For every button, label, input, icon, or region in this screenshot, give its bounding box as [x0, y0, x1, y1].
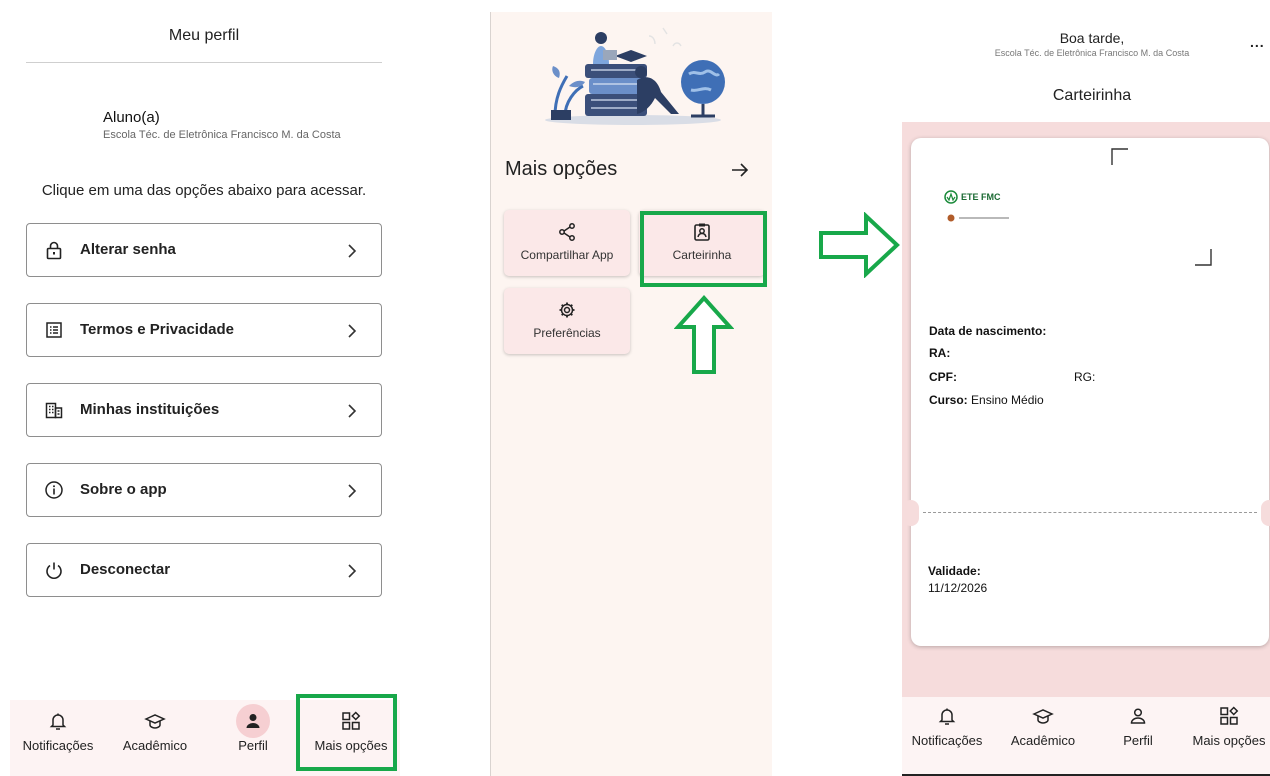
bell-icon — [49, 713, 67, 730]
profile-screen: Meu perfil Aluno(a) Escola Téc. de Eletr… — [0, 0, 400, 776]
arrow-right-icon[interactable] — [731, 162, 749, 178]
nav-academico[interactable]: Acadêmico — [1002, 705, 1084, 748]
menu-item-sobre-app[interactable]: Sobre o app — [26, 463, 382, 517]
birth-date-field: Data de nascimento: — [929, 324, 1047, 338]
nav-label: Acadêmico — [1010, 733, 1076, 748]
menu-item-alterar-senha[interactable]: Alterar senha — [26, 223, 382, 277]
chevron-right-icon — [348, 324, 357, 338]
header-divider — [26, 62, 382, 63]
chevron-right-icon — [348, 484, 357, 498]
info-icon — [45, 481, 63, 499]
photo-frame-corner-bottom — [1195, 249, 1212, 266]
card-divider — [923, 512, 1257, 513]
graduation-cap-icon — [1032, 709, 1054, 724]
chevron-right-icon — [348, 564, 357, 578]
nav-perfil[interactable]: Perfil — [218, 710, 288, 753]
tile-label: Compartilhar App — [520, 248, 614, 262]
tile-compartilhar-app[interactable]: Compartilhar App — [504, 210, 630, 276]
more-options-title: Mais opções — [505, 158, 618, 180]
course-field: Curso: Ensino Médio — [929, 393, 1044, 407]
more-menu-button[interactable]: ... — [1250, 34, 1265, 50]
menu-item-label: Termos e Privacidade — [80, 321, 234, 338]
apps-grid-icon — [1220, 706, 1239, 725]
nav-mais-opcoes[interactable]: Mais opções — [1188, 705, 1270, 748]
greeting: Boa tarde, — [1059, 30, 1125, 46]
user-name: Aluno(a) — [103, 109, 160, 126]
menu-item-label: Sobre o app — [80, 481, 167, 498]
nav-notificacoes[interactable]: Notificações — [18, 710, 98, 753]
school-name: Escola Téc. de Eletrônica Francisco M. d… — [994, 48, 1190, 58]
right-arrow-annotation — [819, 212, 900, 278]
user-school: Escola Téc. de Eletrônica Francisco M. d… — [103, 129, 341, 141]
page-title: Carteirinha — [1052, 87, 1132, 104]
student-card-screen: Boa tarde, Escola Téc. de Eletrônica Fra… — [902, 0, 1270, 776]
chevron-right-icon — [348, 404, 357, 418]
highlight-box-mais-opcoes — [296, 694, 397, 771]
nav-label: Notificações — [22, 738, 94, 753]
nav-label: Notificações — [911, 733, 983, 748]
card-notch-left — [903, 500, 919, 526]
school-logo-text: ETE FMC — [961, 192, 1001, 202]
tile-preferencias[interactable]: Preferências — [504, 288, 630, 354]
student-id-card: ETE FMC Data de nascimento: RA: CPF: RG:… — [903, 138, 1270, 646]
person-icon — [246, 714, 260, 728]
page-title: Meu perfil — [168, 27, 240, 44]
chevron-right-icon — [348, 244, 357, 258]
ra-field: RA: — [929, 346, 951, 360]
menu-item-desconectar[interactable]: Desconectar — [26, 543, 382, 597]
school-logo-icon — [944, 190, 958, 204]
more-options-screen: Mais opções Compartilhar App Carteirinha… — [490, 12, 772, 776]
bottom-navigation: Notificações Acadêmico Perfil Mais opçõe… — [902, 697, 1270, 776]
validity-label: Validade: — [928, 564, 981, 578]
nav-academico[interactable]: Acadêmico — [114, 710, 196, 753]
person-outline-icon — [1130, 708, 1146, 724]
menu-item-label: Minhas instituições — [80, 401, 220, 418]
course-value: Ensino Médio — [971, 393, 1044, 407]
highlight-box-carteirinha — [640, 211, 767, 287]
menu-item-label: Desconectar — [80, 561, 171, 578]
menu-item-termos-privacidade[interactable]: Termos e Privacidade — [26, 303, 382, 357]
nav-label: Perfil — [1123, 733, 1153, 748]
rg-field: RG: — [1074, 370, 1096, 384]
studying-illustration — [545, 27, 725, 125]
cpf-field: CPF: — [929, 370, 957, 384]
document-list-icon — [46, 322, 62, 338]
nav-label: Acadêmico — [122, 738, 188, 753]
menu-item-minhas-instituicoes[interactable]: Minhas instituições — [26, 383, 382, 437]
nav-label: Mais opções — [1192, 733, 1266, 748]
school-seal-logo — [947, 214, 1009, 222]
nav-label: Perfil — [238, 738, 268, 753]
nav-notificacoes[interactable]: Notificações — [908, 705, 986, 748]
photo-frame-corner-top — [1111, 148, 1128, 165]
menu-item-label: Alterar senha — [80, 241, 176, 258]
lock-icon — [46, 241, 62, 260]
share-icon — [559, 223, 575, 241]
card-notch-right — [1261, 500, 1270, 526]
graduation-cap-icon — [144, 714, 166, 729]
gear-icon — [559, 302, 575, 318]
bell-icon — [938, 708, 956, 725]
options-hint: Clique em uma das opções abaixo para ace… — [41, 182, 367, 199]
power-icon — [46, 562, 62, 579]
tile-label: Preferências — [533, 326, 601, 340]
validity-value: 11/12/2026 — [928, 581, 988, 595]
nav-perfil[interactable]: Perfil — [1106, 705, 1170, 748]
building-icon — [45, 402, 63, 419]
up-arrow-annotation — [674, 295, 734, 374]
